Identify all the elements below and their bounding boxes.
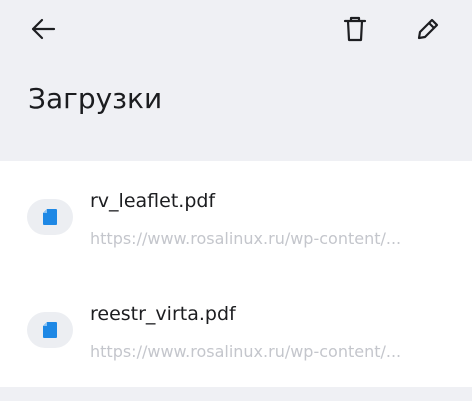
app-bar: Загрузки (0, 0, 472, 161)
document-icon (43, 209, 57, 225)
edit-button[interactable] (408, 9, 448, 49)
download-item[interactable]: reestr_virta.pdf https://www.rosalinux.r… (0, 274, 472, 387)
pencil-icon (417, 18, 439, 40)
file-url: https://www.rosalinux.ru/wp-content/... (90, 229, 402, 248)
file-url: https://www.rosalinux.ru/wp-content/... (90, 342, 402, 361)
page-title: Загрузки (28, 82, 163, 115)
downloads-list: rv_leaflet.pdf https://www.rosalinux.ru/… (0, 161, 472, 387)
document-icon (43, 322, 57, 338)
trash-icon (343, 16, 367, 42)
arrow-left-icon (31, 18, 56, 40)
delete-button[interactable] (335, 9, 375, 49)
back-button[interactable] (23, 9, 63, 49)
file-name: rv_leaflet.pdf (90, 190, 216, 212)
download-item[interactable]: rv_leaflet.pdf https://www.rosalinux.ru/… (0, 161, 472, 274)
file-icon-badge (27, 199, 73, 235)
bottom-divider (0, 387, 472, 401)
file-icon-badge (27, 312, 73, 348)
file-name: reestr_virta.pdf (90, 303, 236, 325)
